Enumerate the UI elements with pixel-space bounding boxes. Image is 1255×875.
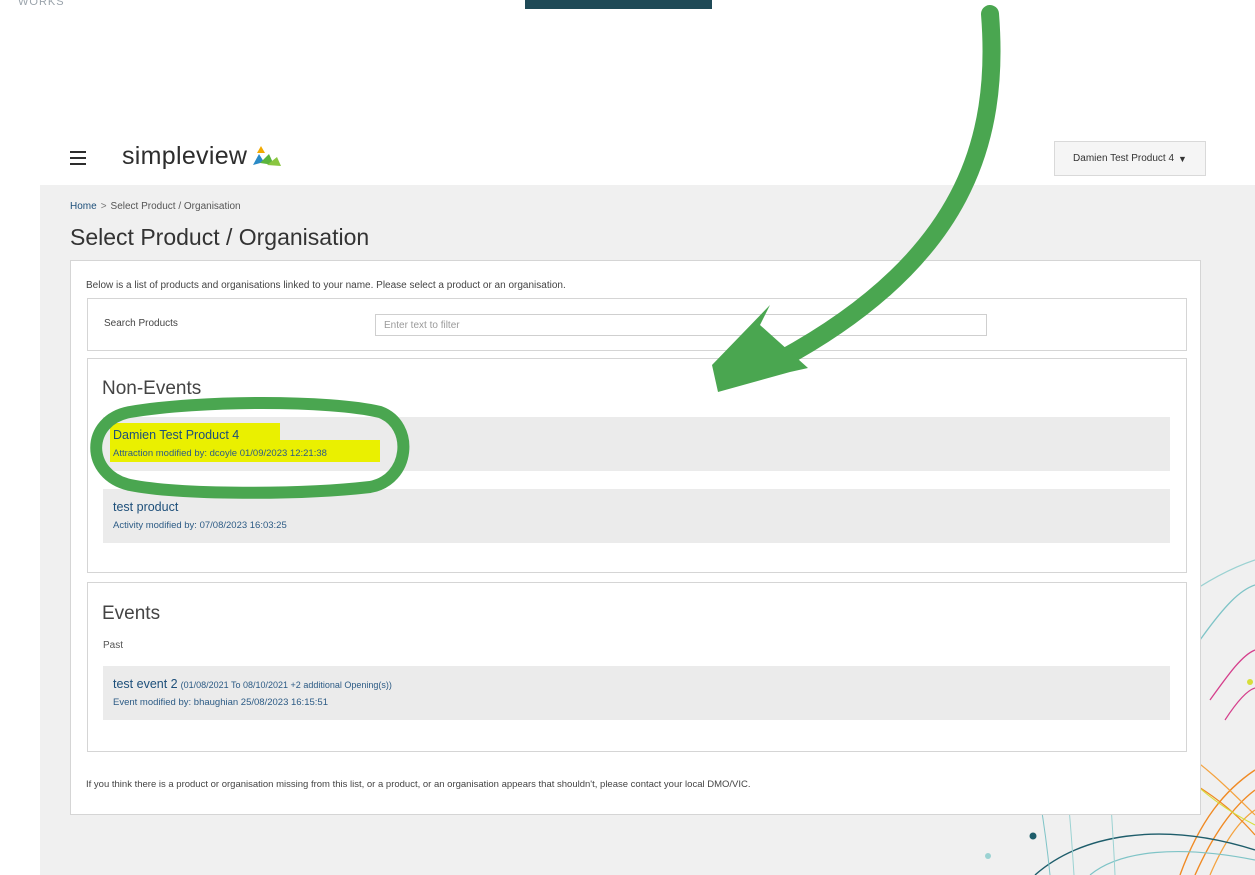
simpleview-logo-text: simpleview [122,142,248,170]
search-input[interactable] [375,314,987,336]
event-date-range: (01/08/2021 To 08/10/2021 +2 additional … [180,680,392,690]
events-subtitle-past: Past [103,640,124,651]
event-name: test event 2 (01/08/2021 To 08/10/2021 +2… [113,677,392,691]
page-title: Select Product / Organisation [70,224,370,250]
non-events-title: Non-Events [102,378,202,399]
top-bar: simpleview Damien Test Product 4 ▼ [40,135,1255,185]
event-meta: Event modified by: bhaughian 25/08/2023 … [113,697,328,708]
product-meta: Attraction modified by: dcoyle 01/09/202… [113,448,327,459]
account-dropdown[interactable]: Damien Test Product 4 ▼ [1054,141,1206,176]
simpleview-logo-icon [253,146,281,166]
events-title: Events [102,603,161,624]
event-title: test event 2 [113,677,178,691]
product-item-test-product[interactable]: test product Activity modified by: 07/08… [103,489,1170,543]
product-meta: Activity modified by: 07/08/2023 16:03:2… [113,520,287,531]
corner-bar [525,0,712,9]
menu-icon[interactable] [70,151,86,165]
breadcrumb-separator: > [100,201,107,212]
search-label: Search Products [104,318,178,329]
account-label: Damien Test Product 4 [1073,153,1175,164]
product-name: test product [113,500,179,514]
intro-text: Below is a list of products and organisa… [86,280,566,291]
breadcrumb-home-link[interactable]: Home [70,201,97,212]
footer-note: If you think there is a product or organ… [86,779,751,790]
product-item-damien-test-product-4[interactable]: Damien Test Product 4 Attraction modifie… [103,417,1170,471]
corner-text: WORKS [18,0,65,8]
caret-down-icon: ▼ [1178,153,1187,164]
event-item-test-event-2[interactable]: test event 2 (01/08/2021 To 08/10/2021 +2… [103,666,1170,720]
breadcrumb-current: Select Product / Organisation [110,201,241,212]
product-name: Damien Test Product 4 [113,428,240,442]
breadcrumb: Home > Select Product / Organisation [70,201,241,212]
